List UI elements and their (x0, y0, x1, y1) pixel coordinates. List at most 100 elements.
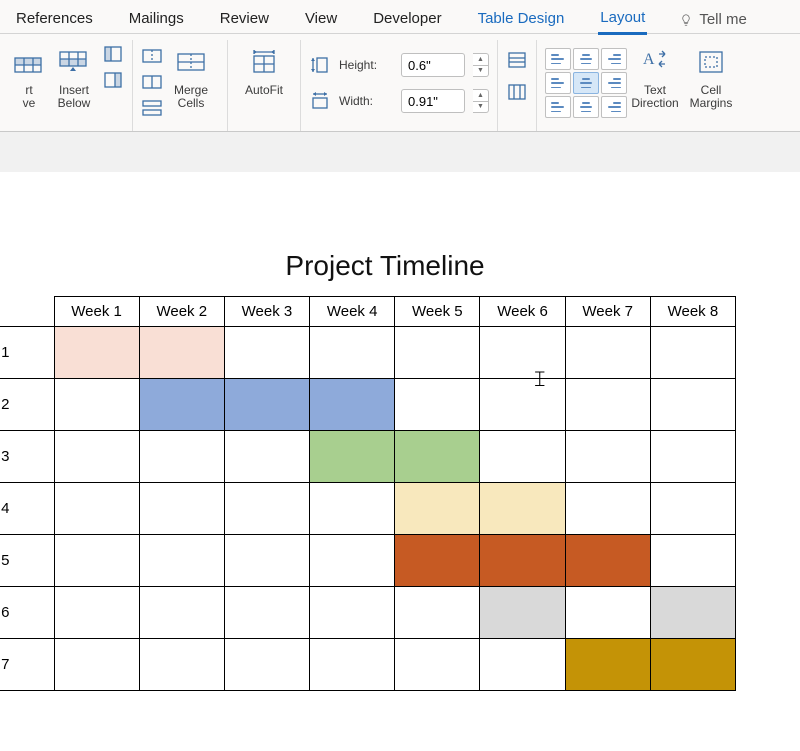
timeline-cell[interactable] (395, 431, 480, 483)
merge-cells-button[interactable]: Merge Cells (163, 40, 219, 110)
timeline-cell[interactable] (650, 639, 735, 691)
timeline-cell[interactable] (650, 327, 735, 379)
tab-table-design[interactable]: Table Design (476, 6, 567, 33)
timeline-cell[interactable] (224, 431, 309, 483)
align-mid-center[interactable] (573, 72, 599, 94)
timeline-cell[interactable] (565, 327, 650, 379)
timeline-cell[interactable] (310, 639, 395, 691)
timeline-cell[interactable] (480, 431, 565, 483)
width-input[interactable] (401, 89, 465, 113)
timeline-cell[interactable] (395, 639, 480, 691)
split-cells-mini-button[interactable] (141, 72, 163, 92)
distribute-rows-button[interactable] (506, 50, 528, 70)
timeline-cell[interactable] (480, 639, 565, 691)
timeline-cell[interactable] (54, 483, 139, 535)
tab-layout[interactable]: Layout (598, 5, 647, 35)
timeline-cell[interactable] (480, 483, 565, 535)
align-mid-left[interactable] (545, 72, 571, 94)
align-bot-right[interactable] (601, 96, 627, 118)
week-header[interactable]: Week 8 (650, 297, 735, 327)
timeline-cell[interactable] (480, 587, 565, 639)
timeline-cell[interactable] (565, 431, 650, 483)
timeline-cell[interactable] (54, 327, 139, 379)
timeline-cell[interactable] (565, 483, 650, 535)
timeline-cell[interactable] (650, 379, 735, 431)
align-bot-left[interactable] (545, 96, 571, 118)
timeline-cell[interactable] (310, 535, 395, 587)
align-mid-right[interactable] (601, 72, 627, 94)
merge-cells-mini-button[interactable] (141, 46, 163, 66)
week-header[interactable]: Week 6 (480, 297, 565, 327)
distribute-columns-button[interactable] (506, 82, 528, 102)
timeline-cell[interactable] (395, 483, 480, 535)
timeline-cell[interactable] (480, 535, 565, 587)
text-direction-button[interactable]: A Text Direction (627, 40, 683, 110)
timeline-cell[interactable] (565, 587, 650, 639)
tell-me[interactable]: Tell me (679, 11, 747, 28)
cell-margins-button[interactable]: Cell Margins (683, 40, 739, 110)
task-label[interactable]: sk 4 (0, 483, 54, 535)
timeline-cell[interactable] (54, 535, 139, 587)
timeline-cell[interactable] (395, 379, 480, 431)
corner-cell[interactable] (0, 297, 54, 327)
tab-view[interactable]: View (303, 6, 339, 33)
timeline-cell[interactable] (54, 587, 139, 639)
timeline-cell[interactable] (224, 327, 309, 379)
timeline-cell[interactable] (310, 327, 395, 379)
timeline-cell[interactable] (565, 535, 650, 587)
timeline-cell[interactable] (139, 639, 224, 691)
timeline-cell[interactable] (139, 327, 224, 379)
timeline-cell[interactable] (139, 483, 224, 535)
align-bot-center[interactable] (573, 96, 599, 118)
width-stepper[interactable]: ▲▼ (473, 89, 489, 113)
timeline-cell[interactable] (650, 535, 735, 587)
week-header[interactable]: Week 5 (395, 297, 480, 327)
timeline-cell[interactable] (139, 535, 224, 587)
week-header[interactable]: Week 1 (54, 297, 139, 327)
tab-developer[interactable]: Developer (371, 6, 443, 33)
insert-right-button[interactable] (102, 70, 124, 90)
task-label[interactable]: sk 6 (0, 587, 54, 639)
timeline-cell[interactable] (139, 431, 224, 483)
insert-left-button[interactable] (102, 44, 124, 64)
align-top-right[interactable] (601, 48, 627, 70)
split-table-mini-button[interactable] (141, 98, 163, 118)
timeline-cell[interactable] (139, 379, 224, 431)
align-top-left[interactable] (545, 48, 571, 70)
tab-review[interactable]: Review (218, 6, 271, 33)
task-label[interactable]: sk 7 (0, 639, 54, 691)
timeline-cell[interactable] (224, 587, 309, 639)
timeline-cell[interactable] (395, 587, 480, 639)
timeline-cell[interactable] (650, 587, 735, 639)
timeline-cell[interactable] (54, 431, 139, 483)
timeline-cell[interactable] (54, 639, 139, 691)
week-header[interactable]: Week 2 (139, 297, 224, 327)
task-label[interactable]: sk 2 (0, 379, 54, 431)
timeline-table[interactable]: Week 1Week 2Week 3Week 4Week 5Week 6Week… (0, 296, 736, 691)
timeline-cell[interactable] (480, 327, 565, 379)
week-header[interactable]: Week 4 (310, 297, 395, 327)
timeline-cell[interactable] (224, 639, 309, 691)
height-stepper[interactable]: ▲▼ (473, 53, 489, 77)
task-label[interactable]: sk 3 (0, 431, 54, 483)
week-header[interactable]: Week 7 (565, 297, 650, 327)
timeline-cell[interactable] (395, 535, 480, 587)
timeline-cell[interactable] (310, 587, 395, 639)
week-header[interactable]: Week 3 (224, 297, 309, 327)
insert-above-button[interactable]: rt ve (12, 40, 46, 110)
timeline-cell[interactable] (565, 639, 650, 691)
timeline-cell[interactable] (395, 327, 480, 379)
timeline-cell[interactable] (480, 379, 565, 431)
timeline-cell[interactable] (650, 431, 735, 483)
autofit-button[interactable]: AutoFit (236, 40, 292, 97)
timeline-cell[interactable] (310, 483, 395, 535)
align-top-center[interactable] (573, 48, 599, 70)
timeline-cell[interactable] (565, 379, 650, 431)
timeline-cell[interactable] (224, 379, 309, 431)
timeline-cell[interactable] (139, 587, 224, 639)
tab-mailings[interactable]: Mailings (127, 6, 186, 33)
timeline-cell[interactable] (54, 379, 139, 431)
timeline-cell[interactable] (650, 483, 735, 535)
timeline-cell[interactable] (224, 483, 309, 535)
timeline-cell[interactable] (224, 535, 309, 587)
